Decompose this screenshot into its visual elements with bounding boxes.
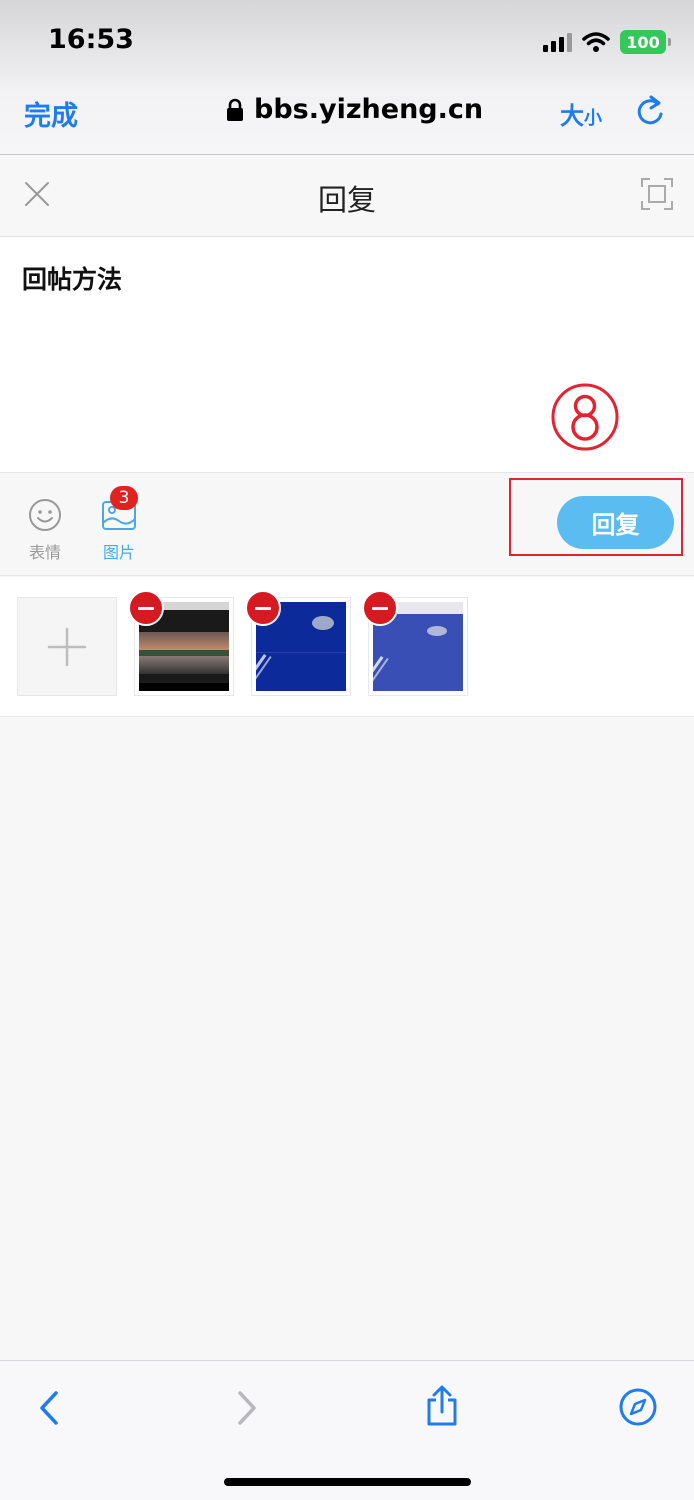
plus-icon: [47, 627, 87, 667]
compass-icon[interactable]: [618, 1387, 658, 1427]
wifi-icon: [582, 32, 610, 52]
lock-icon: [227, 98, 243, 121]
url-text: bbs.yizheng.cn: [254, 94, 484, 125]
reply-header: 回复: [0, 155, 694, 237]
image-label: 图片: [102, 543, 135, 562]
done-button[interactable]: 完成: [24, 94, 78, 133]
reply-submit-button[interactable]: 回复: [557, 496, 674, 549]
page-title: 回复: [317, 183, 376, 217]
reply-content: 回帖方法: [22, 265, 123, 294]
back-icon[interactable]: [36, 1389, 62, 1427]
emoji-label: 表情: [28, 543, 61, 562]
image-attachments: [0, 577, 694, 717]
text-size-big: 大: [560, 102, 584, 130]
battery-indicator: 100: [620, 30, 671, 54]
reload-icon[interactable]: [634, 94, 666, 128]
remove-image-button[interactable]: [362, 590, 398, 626]
browser-top-bar: 16:53 100 完成 bbs.yizheng.cn 大小: [0, 0, 694, 155]
fullscreen-icon[interactable]: [640, 177, 674, 211]
emoji-button[interactable]: 表情: [15, 497, 75, 563]
share-icon[interactable]: [424, 1385, 460, 1427]
emoji-icon: [29, 499, 61, 531]
home-indicator: [224, 1478, 471, 1486]
text-size-small: 小: [584, 108, 602, 129]
text-size-button[interactable]: 大小: [560, 96, 602, 131]
remove-image-button[interactable]: [245, 590, 281, 626]
status-icons: 100: [543, 28, 671, 56]
status-time: 16:53: [48, 24, 134, 55]
add-image-button[interactable]: [17, 597, 117, 696]
image-count-badge: 3: [110, 486, 138, 510]
address-bar[interactable]: bbs.yizheng.cn: [226, 94, 483, 125]
signal-icon: [543, 32, 572, 52]
forward-icon[interactable]: [234, 1389, 260, 1427]
step-marker-8: [551, 383, 619, 451]
remove-image-button[interactable]: [128, 590, 164, 626]
